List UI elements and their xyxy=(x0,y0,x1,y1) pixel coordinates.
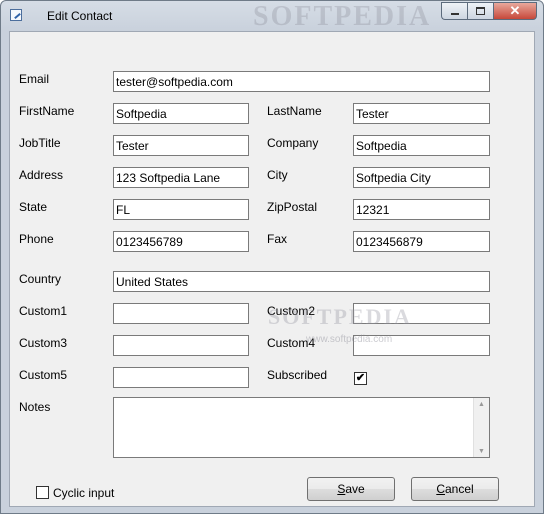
close-button[interactable]: ✕ xyxy=(493,2,537,20)
close-icon: ✕ xyxy=(509,3,521,18)
country-field[interactable]: United States xyxy=(113,271,490,292)
scroll-up-arrow-icon[interactable]: ▲ xyxy=(478,401,485,408)
notes-scrollbar[interactable]: ▲ ▼ xyxy=(473,398,489,457)
zippostal-field[interactable]: 12321 xyxy=(353,199,490,220)
minimize-button[interactable] xyxy=(441,2,467,20)
address-field[interactable]: 123 Softpedia Lane xyxy=(113,167,249,188)
subscribed-checkbox[interactable]: ✔ xyxy=(354,372,367,385)
notes-label: Notes xyxy=(19,400,51,414)
company-field[interactable]: Softpedia xyxy=(353,135,490,156)
save-label: ave xyxy=(345,482,365,496)
city-field[interactable]: Softpedia City xyxy=(353,167,490,188)
custom3-label: Custom3 xyxy=(19,336,68,350)
email-label: Email xyxy=(19,72,50,86)
jobtitle-field[interactable]: Tester xyxy=(113,135,249,156)
jobtitle-label: JobTitle xyxy=(19,136,61,150)
contact-form: Email tester@softpedia.com FirstName Sof… xyxy=(9,31,535,507)
state-label: State xyxy=(19,200,48,214)
fax-field[interactable]: 0123456879 xyxy=(353,231,490,252)
scroll-down-arrow-icon[interactable]: ▼ xyxy=(478,448,485,455)
softpedia-url-watermark: www.softpedia.com xyxy=(306,334,393,345)
lastname-label: LastName xyxy=(267,104,322,118)
company-label: Company xyxy=(267,136,319,150)
custom3-field[interactable] xyxy=(113,335,249,356)
custom5-field[interactable] xyxy=(113,367,249,388)
softpedia-watermark-mid: SOFTPEDIA xyxy=(268,304,412,329)
address-label: Address xyxy=(19,168,64,182)
firstname-field[interactable]: Softpedia xyxy=(113,103,249,124)
maximize-icon xyxy=(476,7,485,15)
phone-field[interactable]: 0123456789 xyxy=(113,231,249,252)
lastname-field[interactable]: Tester xyxy=(353,103,490,124)
minimize-icon xyxy=(450,13,459,15)
city-label: City xyxy=(267,168,288,182)
phone-label: Phone xyxy=(19,232,54,246)
fax-label: Fax xyxy=(267,232,288,246)
cancel-mnemonic: C xyxy=(436,482,445,496)
custom1-label: Custom1 xyxy=(19,304,68,318)
save-button[interactable]: Save xyxy=(307,477,395,501)
notes-textarea[interactable]: ▲ ▼ xyxy=(113,397,490,458)
country-label: Country xyxy=(19,272,62,286)
firstname-label: FirstName xyxy=(19,104,75,118)
edit-contact-icon xyxy=(10,9,22,21)
maximize-button[interactable] xyxy=(467,2,493,20)
cyclic-input-label: Cyclic input xyxy=(53,486,115,500)
zippostal-label: ZipPostal xyxy=(267,200,318,214)
state-field[interactable]: FL xyxy=(113,199,249,220)
custom5-label: Custom5 xyxy=(19,368,68,382)
edit-contact-window: Edit Contact SOFTPEDIA ✕ Email tester@so… xyxy=(0,0,544,514)
title-bar[interactable]: Edit Contact SOFTPEDIA ✕ xyxy=(1,1,543,32)
window-title: Edit Contact xyxy=(47,9,113,23)
cancel-button[interactable]: Cancel xyxy=(411,477,499,501)
softpedia-watermark: SOFTPEDIA xyxy=(253,1,432,32)
subscribed-label: Subscribed xyxy=(267,368,328,382)
custom1-field[interactable] xyxy=(113,303,249,324)
cancel-label: ancel xyxy=(444,482,474,496)
cyclic-input-checkbox[interactable] xyxy=(36,486,49,499)
email-field[interactable]: tester@softpedia.com xyxy=(113,71,490,92)
